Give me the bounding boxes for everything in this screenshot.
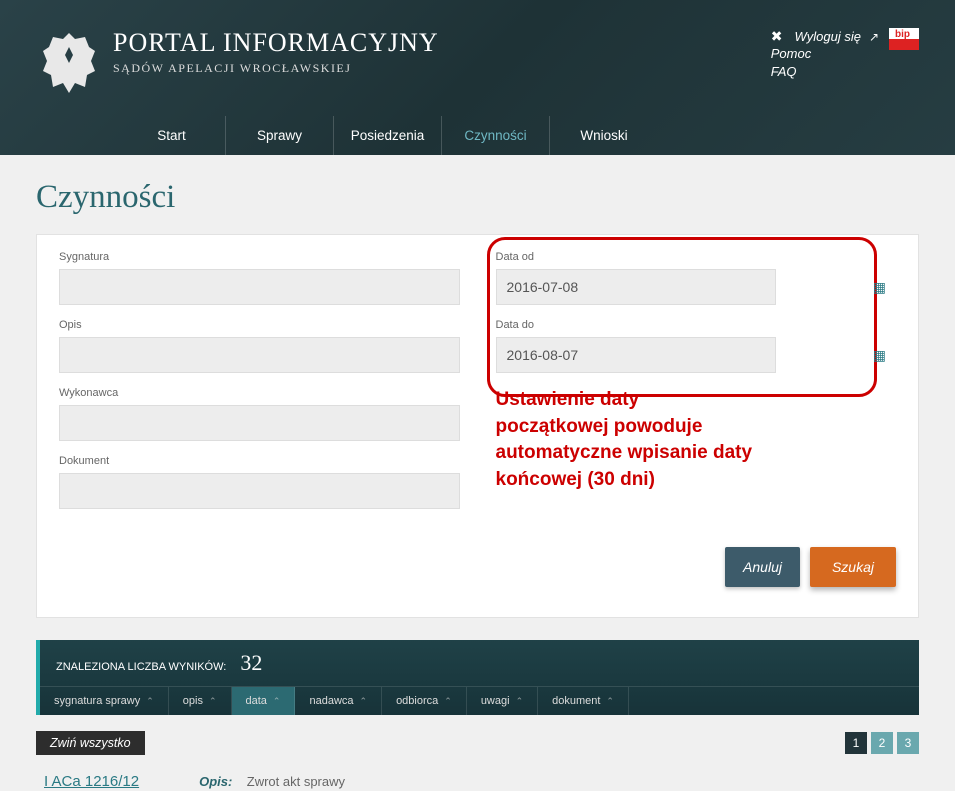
sort-caret-icon: ⌃ [273, 696, 281, 707]
calendar-icon[interactable]: ▦ [873, 279, 886, 296]
opis-input[interactable] [59, 337, 460, 373]
sort-caret-icon: ⌃ [606, 696, 614, 707]
main-nav: Start Sprawy Posiedzenia Czynności Wnios… [0, 98, 955, 155]
data-od-input[interactable] [496, 269, 776, 305]
eagle-emblem [36, 28, 101, 98]
sygnatura-input[interactable] [59, 269, 460, 305]
cancel-button[interactable]: Anuluj [725, 547, 800, 587]
result-opis-value: Zwrot akt sprawy [247, 774, 345, 789]
results-label: ZNALEZIONA LICZBA WYNIKÓW: [56, 661, 226, 673]
data-do-input[interactable] [496, 337, 776, 373]
sort-dokument[interactable]: dokument⌃ [538, 687, 629, 715]
sort-caret-icon: ⌃ [209, 696, 217, 707]
sort-nadawca[interactable]: nadawca⌃ [295, 687, 382, 715]
faq-link[interactable]: FAQ [771, 64, 797, 79]
annotation-highlight [487, 237, 877, 397]
nav-start[interactable]: Start [118, 116, 226, 155]
annotation-text: Ustawienie daty początkowej powoduje aut… [496, 387, 756, 493]
sort-caret-icon: ⌃ [360, 696, 368, 707]
result-opis-label: Opis: [199, 774, 232, 789]
page-3[interactable]: 3 [897, 732, 919, 754]
result-item: I ACa 1216/12 Opis: Zwrot akt sprawy [36, 773, 919, 791]
help-link[interactable]: Pomoc [771, 46, 811, 61]
results-bar: ZNALEZIONA LICZBA WYNIKÓW: 32 sygnatura … [36, 640, 919, 715]
pager: 1 2 3 [845, 732, 919, 754]
dokument-input[interactable] [59, 473, 460, 509]
nav-sprawy[interactable]: Sprawy [226, 116, 334, 155]
wykonawca-label: Wykonawca [59, 387, 460, 399]
sort-caret-icon: ⌃ [516, 696, 524, 707]
sort-caret-icon: ⌃ [444, 696, 452, 707]
results-count: 32 [240, 650, 262, 676]
sort-odbiorca[interactable]: odbiorca⌃ [382, 687, 467, 715]
sort-opis[interactable]: opis⌃ [169, 687, 232, 715]
case-link[interactable]: I ACa 1216/12 [44, 773, 139, 790]
nav-czynnosci[interactable]: Czynności [442, 116, 550, 155]
nav-posiedzenia[interactable]: Posiedzenia [334, 116, 442, 155]
search-panel: Sygnatura Opis Wykonawca Dokument [36, 234, 919, 618]
page-1[interactable]: 1 [845, 732, 867, 754]
bip-flag[interactable]: bip [889, 28, 919, 50]
sort-uwagi[interactable]: uwagi⌃ [467, 687, 538, 715]
portal-subtitle: SĄDÓW APELACJI WROCŁAWSKIEJ [113, 61, 771, 76]
sort-caret-icon: ⌃ [146, 696, 154, 707]
external-icon: ↗ [869, 30, 879, 44]
dokument-label: Dokument [59, 455, 460, 467]
opis-label: Opis [59, 319, 460, 331]
page-2[interactable]: 2 [871, 732, 893, 754]
tools-icon[interactable]: ✖ [771, 28, 783, 45]
header: PORTAL INFORMACYJNY SĄDÓW APELACJI WROCŁ… [0, 0, 955, 155]
search-button[interactable]: Szukaj [810, 547, 896, 587]
portal-title: PORTAL INFORMACYJNY [113, 28, 771, 58]
sygnatura-label: Sygnatura [59, 251, 460, 263]
nav-wnioski[interactable]: Wnioski [550, 116, 658, 155]
collapse-all-button[interactable]: Zwiń wszystko [36, 731, 145, 755]
page-title: Czynności [36, 179, 919, 216]
sort-sygnatura[interactable]: sygnatura sprawy⌃ [40, 687, 169, 715]
bip-label: bip [895, 29, 910, 40]
wykonawca-input[interactable] [59, 405, 460, 441]
top-links: ✖ Wyloguj się ↗ Pomoc FAQ [771, 28, 879, 81]
sort-data[interactable]: data⌃ [232, 687, 296, 715]
calendar-icon[interactable]: ▦ [873, 347, 886, 364]
logout-link[interactable]: Wyloguj się [794, 29, 860, 44]
